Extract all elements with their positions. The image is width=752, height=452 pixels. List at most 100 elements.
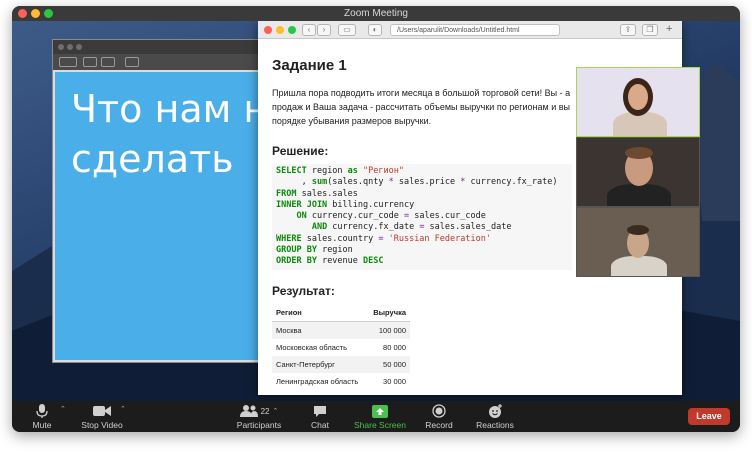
presentation-minimize-button[interactable] (67, 44, 73, 50)
zoom-window: Zoom Meeting Что нам н сделать ‹ › ▭ ◐ /… (12, 6, 740, 432)
cell-region: Санкт-Петербург (272, 355, 368, 373)
task-text-line-1: Пришла пора подводить итоги месяца в бол… (272, 88, 571, 98)
share-page-icon[interactable]: ⇪ (620, 24, 636, 36)
cell-region: Москва (272, 321, 368, 339)
shared-screen: Что нам н сделать ‹ › ▭ ◐ /Users/aparuli… (12, 21, 740, 401)
code-token: , (276, 177, 312, 188)
code-token: AND (311, 222, 328, 233)
code-token: DESC (363, 256, 384, 267)
code-token: "Регион" (357, 166, 404, 176)
maximize-window-button[interactable] (44, 9, 53, 18)
code-token: 'Russian Federation' (383, 233, 491, 244)
people-icon (239, 405, 258, 417)
code-token: sales.sales_date (424, 222, 512, 233)
code-token: (sales.qnty (327, 177, 389, 188)
participants-button[interactable]: 22 ⌃ Participants (234, 403, 284, 430)
code-token: ON (296, 211, 307, 222)
forward-button[interactable]: › (317, 24, 331, 36)
mute-button[interactable]: Mute (30, 403, 54, 430)
cell-revenue: 80 000 (383, 342, 406, 352)
view-menu-icon[interactable] (59, 57, 77, 67)
code-token: WHERE (276, 233, 302, 244)
presentation-zoom-button[interactable] (76, 44, 82, 50)
slide-canvas: Что нам н сделать (55, 72, 269, 360)
sql-code-block: SELECT region as "Регион" , sum(sales.qn… (272, 164, 572, 270)
reactions-button[interactable]: Reactions (474, 403, 516, 430)
code-token: FROM (276, 188, 297, 199)
chat-label: Chat (311, 420, 329, 430)
table-row: Московская область 80 000 (272, 339, 410, 356)
participant-torso (611, 256, 667, 276)
browser-toolbar: ‹ › ▭ ◐ /Users/aparulit/Downloads/Untitl… (258, 21, 682, 39)
audio-options-chevron-icon[interactable]: ⌃ (60, 405, 66, 413)
record-label: Record (425, 420, 453, 430)
result-table: Регион Выручка Москва 100 000 Московская… (272, 303, 410, 390)
code-token: sales.country (301, 233, 379, 244)
cell-region: Ленинградская область (276, 376, 359, 386)
code-token: billing.currency (327, 199, 415, 210)
video-options-chevron-icon[interactable]: ⌃ (120, 405, 126, 413)
share-screen-icon (352, 403, 408, 419)
code-token: revenue (316, 256, 364, 267)
sidebar-toggle-icon[interactable]: ▭ (338, 24, 356, 36)
chat-bubble-icon (310, 403, 330, 419)
code-token: ORDER BY (276, 256, 317, 267)
cell-revenue: 50 000 (368, 355, 410, 373)
tabs-overview-icon[interactable]: ❐ (642, 24, 658, 36)
browser-close-button[interactable] (264, 26, 272, 34)
address-url: /Users/aparulit/Downloads/Untitled.html (397, 27, 520, 34)
cell-revenue: 30 000 (383, 376, 406, 386)
participant-video-tile[interactable] (576, 207, 700, 277)
code-token: currency.fx_rate) (465, 177, 558, 188)
new-tab-icon[interactable]: + (666, 23, 672, 35)
share-screen-button[interactable]: Share Screen (352, 403, 408, 430)
participants-count: 22 (260, 406, 270, 416)
column-header-region: Регион (272, 303, 368, 322)
table-header-row: Регион Выручка (272, 303, 410, 322)
browser-minimize-button[interactable] (276, 26, 284, 34)
minimize-window-button[interactable] (31, 9, 40, 18)
leave-meeting-button[interactable]: Leave (688, 408, 730, 425)
zoom-out-icon[interactable] (83, 57, 97, 67)
video-camera-icon (78, 403, 126, 419)
mute-label: Mute (32, 420, 52, 430)
back-button[interactable]: ‹ (302, 24, 316, 36)
presentation-close-button[interactable] (58, 44, 64, 50)
column-header-revenue: Выручка (368, 303, 410, 322)
reactions-label: Reactions (476, 420, 514, 430)
code-token: sum (311, 177, 328, 188)
participant-torso (607, 184, 671, 206)
participants-label: Participants (236, 420, 282, 430)
code-token: INNER JOIN (276, 199, 328, 210)
result-title: Результат: (272, 283, 335, 298)
browser-maximize-button[interactable] (288, 26, 296, 34)
participant-face (628, 84, 648, 110)
task-description: Пришла пора подводить итоги месяца в бол… (272, 86, 612, 128)
participants-chevron-icon[interactable]: ⌃ (273, 407, 279, 415)
presentation-toolbar (53, 54, 271, 70)
close-window-button[interactable] (18, 9, 27, 18)
code-token: as (347, 166, 358, 176)
shield-icon[interactable]: ◐ (368, 24, 382, 36)
slide-heading-line-2: сделать (71, 137, 234, 181)
code-token: sales.sales (296, 188, 358, 199)
record-button[interactable]: Record (424, 403, 454, 430)
chat-button[interactable]: Chat (310, 403, 330, 430)
share-icon[interactable] (125, 57, 139, 67)
cell-revenue: 100 000 (368, 321, 410, 339)
meeting-controls-bar: Mute ⌃ Stop Video ⌃ 22 ⌃ Participants Ch… (12, 401, 740, 432)
participant-video-tile[interactable] (576, 67, 700, 137)
microphone-icon (30, 403, 54, 419)
address-bar[interactable]: /Users/aparulit/Downloads/Untitled.html (390, 24, 560, 36)
stop-video-button[interactable]: Stop Video (78, 403, 126, 430)
presentation-window: Что нам н сделать (52, 39, 272, 363)
zoom-in-icon[interactable] (101, 57, 115, 67)
participant-hair (625, 147, 653, 159)
code-token: region (316, 245, 353, 256)
slide-heading: Что нам н сделать (71, 84, 269, 184)
participant-video-strip (576, 67, 700, 277)
participant-video-tile[interactable] (576, 137, 700, 207)
slide-heading-line-1: Что нам н (71, 87, 269, 131)
